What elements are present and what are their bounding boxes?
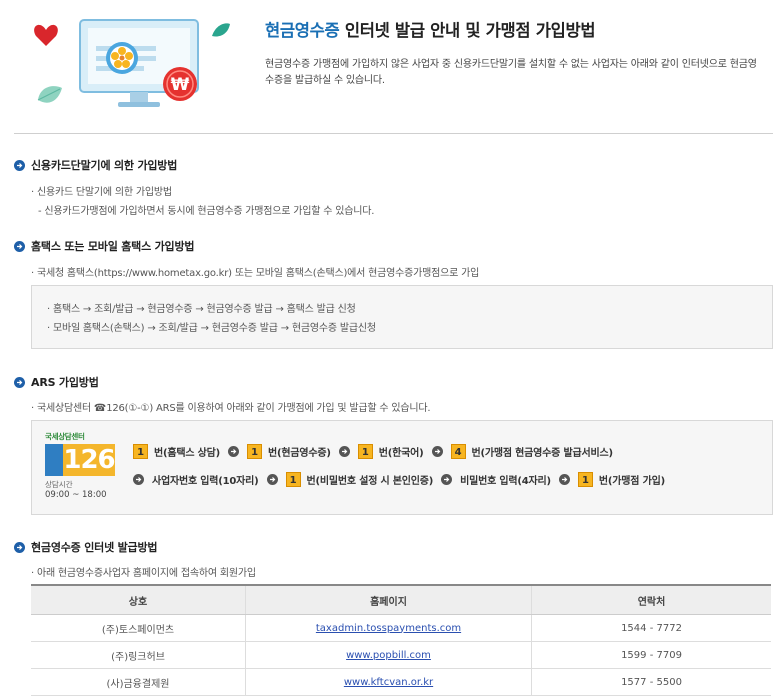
ars-step: 1 번(가맹점 가입) bbox=[577, 472, 665, 487]
ars-steps-box bbox=[31, 420, 773, 515]
homepage-cell: taxadmin.tosspayments.com bbox=[245, 614, 532, 642]
ars-line-1: · 국세상담센터 ☎126(①-①) ARS를 이용하여 아래와 같이 가맹점에… bbox=[31, 403, 431, 414]
step-number: 4 bbox=[450, 444, 466, 459]
ars-step: 1 번(한국어) bbox=[357, 444, 424, 459]
phone-cell: 1577 - 5500 bbox=[531, 668, 771, 696]
arrow-bullet-icon bbox=[14, 541, 25, 553]
table-row: (사)금융결제원 www.kftcvan.or.kr 1577 - 5500 bbox=[31, 668, 771, 696]
page-title: 현금영수증 인터넷 발급 안내 및 가맹점 가입방법 bbox=[265, 17, 596, 41]
step-label: 사업자번호 입력(10자리) bbox=[152, 476, 259, 487]
arrow-right-icon bbox=[338, 446, 350, 457]
step-number: 1 bbox=[577, 472, 593, 487]
homepage-cell: www.kftcvan.or.kr bbox=[245, 668, 532, 696]
arrow-bullet-icon bbox=[14, 159, 25, 171]
hometax-steps-box bbox=[31, 285, 773, 349]
section-heading-ars: ARS 가입방법 bbox=[14, 374, 99, 390]
section-heading-card: 신용카드단말기에 의한 가입방법 bbox=[14, 157, 177, 173]
step-number: 1 bbox=[247, 444, 263, 459]
section-heading-hometax: 홈택스 또는 모바일 홈택스 가입방법 bbox=[14, 238, 195, 254]
table-row: (주)토스페이먼츠 taxadmin.tosspayments.com 1544… bbox=[31, 614, 771, 642]
internet-line-1: · 아래 현금영수증사업자 홈페이지에 접속하여 회원가입 bbox=[31, 568, 256, 579]
homepage-link[interactable]: www.kftcvan.or.kr bbox=[344, 677, 433, 688]
ars-step: 1 번(홈택스 상담) bbox=[133, 444, 220, 459]
phone-cell: 1599 - 7709 bbox=[531, 641, 771, 669]
section-heading-text: 신용카드단말기에 의한 가입방법 bbox=[31, 159, 178, 172]
phone-cell: 1544 - 7772 bbox=[531, 614, 771, 642]
section-heading-text: 홈택스 또는 모바일 홈택스 가입방법 bbox=[31, 240, 195, 253]
step-label: 번(한국어) bbox=[378, 448, 424, 459]
ars-step: 비밀번호 입력(4자리) bbox=[460, 472, 551, 487]
arrow-bullet-icon bbox=[14, 376, 25, 388]
arrow-right-icon bbox=[266, 474, 278, 485]
step-label: 번(홈택스 상담) bbox=[154, 448, 221, 459]
hometax-box-line-1: · 홈택스 → 조회/발급 → 현금영수증 → 현금영수증 발급 → 홈택스 발… bbox=[47, 304, 356, 315]
page-description: 현금영수증 가맹점에 가입하지 않은 사업자 중 신용카드단말기를 설치할 수 … bbox=[265, 59, 757, 86]
ars-step: 1 번(현금영수증) bbox=[247, 444, 331, 459]
card-line-2: - 신용카드가맹점에 가입하면서 동시에 현금영수증 가맹점으로 가입할 수 있… bbox=[38, 206, 375, 217]
step-number: 1 bbox=[285, 472, 301, 487]
ars-step: 1 번(비밀번호 설정 시 본인인증) bbox=[285, 472, 434, 487]
company-cell: (사)금융결제원 bbox=[31, 668, 246, 696]
company-cell: (주)토스페이먼츠 bbox=[31, 614, 246, 642]
card-line-1: · 신용카드 단말기에 의한 가입방법 bbox=[31, 187, 172, 198]
column-header: 연락처 bbox=[531, 584, 771, 615]
hometax-line-1: · 국세청 홈택스(https://www.hometax.go.kr) 또는 … bbox=[31, 268, 480, 279]
leaf-icon bbox=[212, 23, 230, 37]
page-title-highlight: 현금영수증 bbox=[265, 21, 340, 40]
ars-step: 4 번(가맹점 현금영수증 발급서비스) bbox=[450, 444, 614, 459]
step-label: 번(현금영수증) bbox=[268, 448, 331, 459]
ars-logo-hours: 09:00 ~ 18:00 bbox=[45, 490, 107, 500]
page-title-rest: 인터넷 발급 안내 및 가맹점 가입방법 bbox=[339, 21, 596, 40]
ars-126-logo: 국세상담센터 126 상담시간 09:00 ~ 18:00 bbox=[45, 431, 120, 503]
column-header: 홈페이지 bbox=[245, 584, 532, 615]
column-header: 상호 bbox=[31, 584, 246, 615]
ars-logo-number: 126 bbox=[63, 444, 116, 476]
arrow-right-icon bbox=[558, 474, 570, 485]
ars-steps-row-2: 사업자번호 입력(10자리) 1 번(비밀번호 설정 시 본인인증) 비밀번호 입… bbox=[125, 472, 665, 487]
hometax-box-line-2: · 모바일 홈택스(손택스) → 조회/발급 → 현금영수증 발급 → 현금영수… bbox=[47, 323, 376, 334]
issuer-table: 상호 홈페이지 연락처 (주)토스페이먼츠 taxadmin.tosspayme… bbox=[31, 584, 771, 696]
step-label: 번(가맹점 현금영수증 발급서비스) bbox=[471, 448, 614, 459]
homepage-link[interactable]: taxadmin.tosspayments.com bbox=[316, 623, 461, 634]
arrow-right-icon bbox=[431, 446, 443, 457]
svg-text:₩: ₩ bbox=[171, 75, 190, 95]
company-cell: (주)링크허브 bbox=[31, 641, 246, 669]
ars-logo-hours-label: 상담시간 bbox=[45, 480, 73, 489]
section-heading-internet: 현금영수증 인터넷 발급방법 bbox=[14, 539, 158, 555]
step-label: 번(가맹점 가입) bbox=[598, 476, 665, 487]
section-heading-text: ARS 가입방법 bbox=[31, 376, 99, 389]
ars-steps-row-1: 1 번(홈택스 상담) 1 번(현금영수증) 1 번(한국어) 4 번(가맹점 현금영수… bbox=[133, 444, 613, 459]
arrow-right-icon bbox=[441, 474, 453, 485]
ars-logo-caption: 국세상담센터 bbox=[45, 432, 85, 441]
divider bbox=[14, 133, 773, 134]
ars-step: 사업자번호 입력(10자리) bbox=[152, 472, 259, 487]
heart-icon bbox=[34, 24, 58, 46]
table-header-row: 상호 홈페이지 연락처 bbox=[31, 584, 771, 615]
homepage-cell: www.popbill.com bbox=[245, 641, 532, 669]
table-row: (주)링크허브 www.popbill.com 1599 - 7709 bbox=[31, 641, 771, 669]
section-heading-text: 현금영수증 인터넷 발급방법 bbox=[31, 541, 158, 554]
arrow-right-icon bbox=[228, 446, 240, 457]
homepage-link[interactable]: www.popbill.com bbox=[346, 650, 431, 661]
arrow-right-icon bbox=[133, 474, 144, 485]
arrow-bullet-icon bbox=[14, 240, 25, 252]
step-number: 1 bbox=[357, 444, 373, 459]
hero-illustration: ₩ bbox=[34, 19, 230, 107]
step-label: 비밀번호 입력(4자리) bbox=[460, 476, 551, 487]
step-number: 1 bbox=[133, 444, 148, 459]
step-label: 번(비밀번호 설정 시 본인인증) bbox=[306, 476, 434, 487]
